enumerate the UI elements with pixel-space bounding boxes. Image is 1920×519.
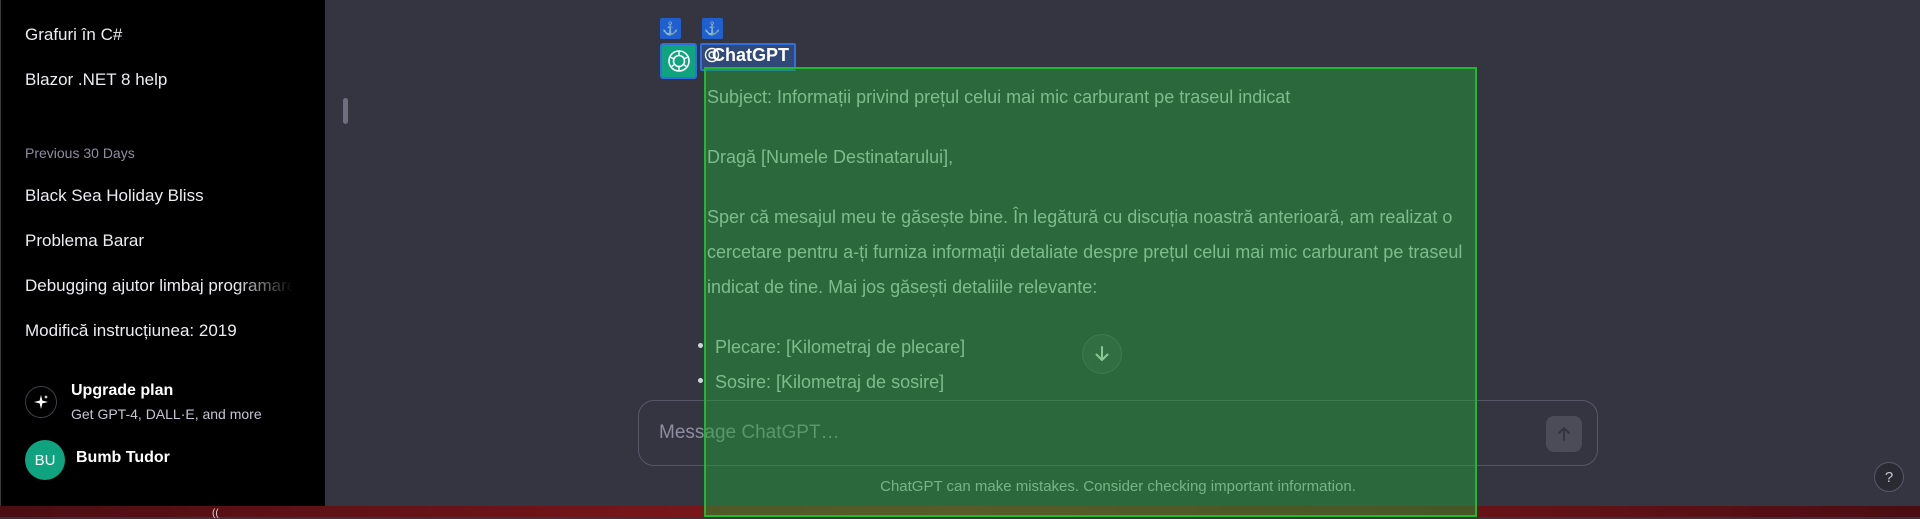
user-menu[interactable]: BU Bumb Tudor: [25, 440, 315, 480]
taskbar-strip: [0, 506, 1920, 517]
message-author: ChatGPT: [712, 45, 790, 65]
sidebar-chat-item[interactable]: Grafuri în C#: [25, 25, 293, 45]
sidebar: Grafuri în C# Blazor .NET 8 help Previou…: [0, 0, 325, 506]
sparkle-icon: [25, 386, 57, 418]
disclaimer-text: ChatGPT can make mistakes. Consider chec…: [880, 478, 1356, 495]
chatgpt-logo-icon: [660, 43, 697, 79]
sidebar-chat-item[interactable]: Debugging ajutor limbaj programare: [25, 276, 293, 296]
sidebar-chat-item[interactable]: Problema Barar: [25, 231, 293, 251]
sidebar-chat-item[interactable]: Blazor .NET 8 help: [25, 70, 293, 90]
anchor-icon: ⚓: [660, 18, 681, 39]
message-composer: [638, 400, 1598, 466]
help-button[interactable]: ?: [1874, 462, 1904, 492]
send-button[interactable]: [1546, 416, 1582, 452]
arrow-down-icon: [1095, 346, 1109, 361]
taskbar-glyph: ((: [212, 508, 219, 519]
arrow-up-icon: [1558, 427, 1570, 441]
upgrade-plan-subtitle: Get GPT-4, DALL·E, and more: [71, 406, 262, 422]
anchor-icon: ⚓: [702, 18, 723, 39]
message-paragraph: Dragă [Numele Destinatarului],: [707, 147, 954, 167]
message-paragraph: Sper că mesajul meu te găsește bine. În …: [707, 207, 1463, 297]
user-name: Bumb Tudor: [76, 449, 170, 466]
message-paragraph: Subject: Informații privind prețul celui…: [707, 87, 1291, 107]
scroll-to-bottom-button[interactable]: [1082, 334, 1122, 374]
chatgpt-logo-icon: [704, 47, 720, 63]
message-input[interactable]: [657, 419, 1517, 447]
upgrade-plan-title: Upgrade plan: [71, 382, 174, 399]
sidebar-chat-item[interactable]: Modifică instrucțiunea: 2019: [25, 321, 293, 341]
sidebar-chat-item[interactable]: Black Sea Holiday Bliss: [25, 186, 293, 206]
upgrade-plan-button[interactable]: Upgrade plan Get GPT-4, DALL·E, and more: [25, 382, 315, 428]
sidebar-resize-handle[interactable]: [343, 98, 348, 124]
sidebar-section-label: Previous 30 Days: [25, 145, 135, 161]
avatar: BU: [25, 440, 65, 480]
